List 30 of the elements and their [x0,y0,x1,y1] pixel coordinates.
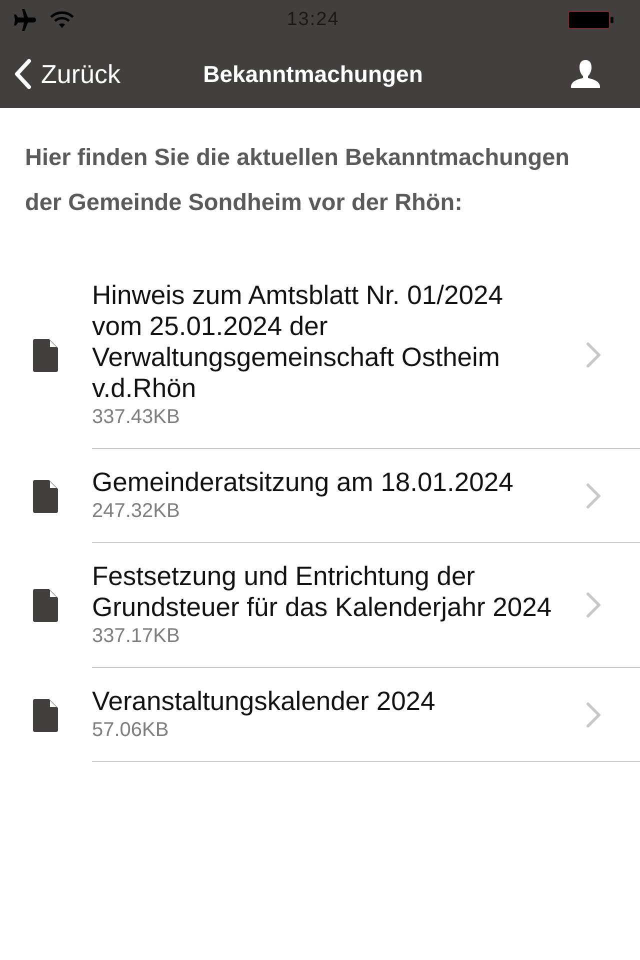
file-size: 337.17KB [92,624,181,649]
chevron-right-icon [586,592,601,618]
battery-icon [568,11,614,29]
file-size: 247.32KB [92,499,181,524]
document-list-item[interactable]: Festsetzung und Entrichtung der Grundsteuer für das Kalenderjahr 2024 337.17KB [92,543,640,668]
wifi-icon [50,11,74,29]
back-label: Zurück [41,58,120,90]
document-list-item[interactable]: Veranstaltungskalender 2024 57.06KB [92,668,640,762]
document-title: Veranstaltungskalender 2024 [92,686,436,717]
back-chevron-icon [14,59,32,89]
intro-text: Hier finden Sie die aktuellen Bekanntmachungen der Gemeinde Sondheim vor der Rhön: [24,143,571,217]
document-icon [33,339,58,372]
document-title: Festsetzung und Entrichtung der Grundsteuer für das Kalenderjahr 2024 [92,561,553,623]
profile-button[interactable] [571,60,600,88]
document-icon [33,589,58,622]
file-size: 337.43KB [92,405,181,430]
chevron-right-icon [586,702,601,728]
chevron-right-icon [586,482,601,508]
document-icon [33,698,58,732]
page-title: Bekanntmachungen [203,60,423,88]
document-list-item[interactable]: Hinweis zum Amtsblatt Nr. 01/2024 vom 25.01.2024 der Verwaltungsgemeinschaft Ostheim v.d.Rhön 337.43KB [92,262,640,449]
document-icon [33,480,58,512]
document-title: Hinweis zum Amtsblatt Nr. 01/2024 vom 25.01.2024 der Verwaltungsgemeinschaft Ostheim v.d.Rhön [92,280,504,404]
document-list-item[interactable]: Gemeinderatsitzung am 18.01.2024 247.32KB [92,449,640,543]
back-button[interactable]: Zurück [14,58,120,90]
document-title: Gemeinderatsitzung am 18.01.2024 [92,467,514,498]
chevron-right-icon [586,342,601,368]
airplane-icon [12,9,36,31]
file-size: 57.06KB [92,718,170,743]
user-icon [571,60,600,88]
